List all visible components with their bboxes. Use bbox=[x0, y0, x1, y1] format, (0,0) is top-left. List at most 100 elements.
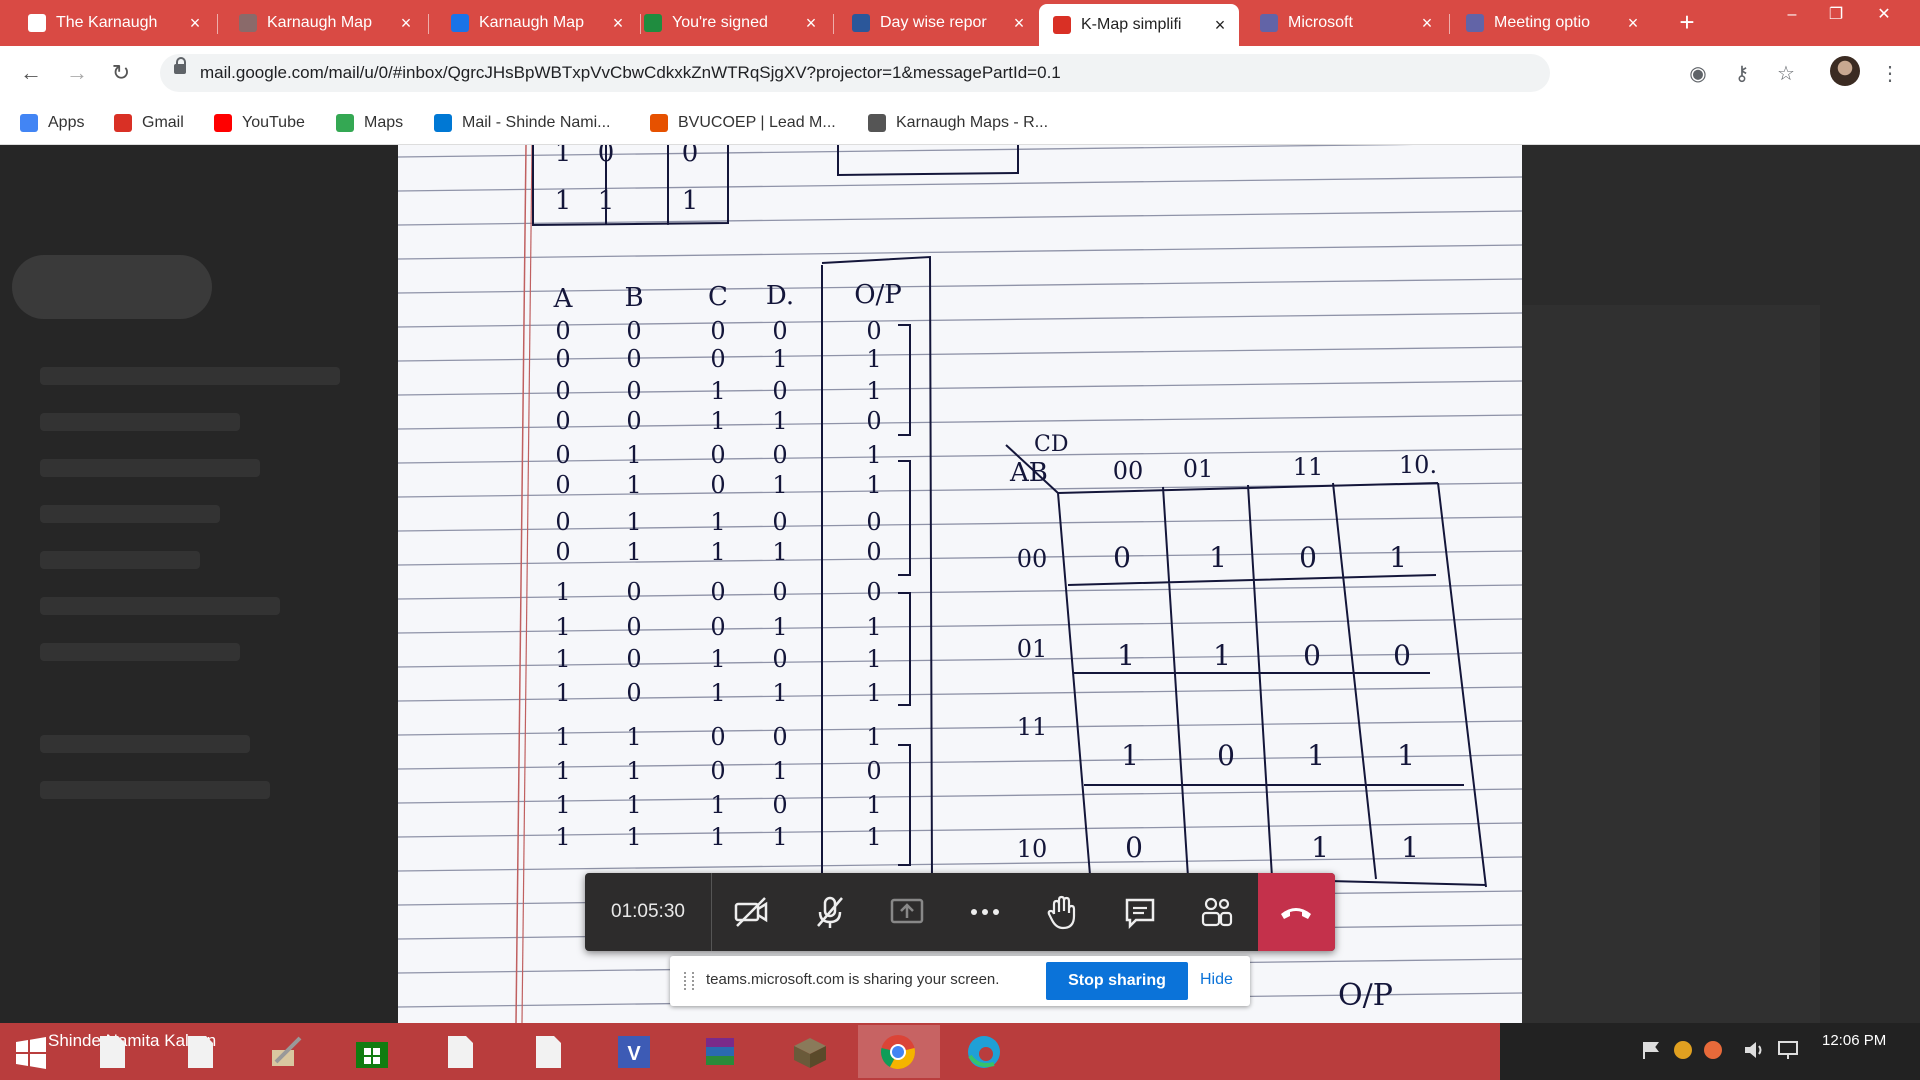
more-icon[interactable] bbox=[965, 892, 1005, 932]
bookmark-label: Maps bbox=[364, 114, 404, 131]
handwritten-digit: 1 bbox=[866, 791, 881, 819]
menu-dots-icon[interactable]: ⋮ bbox=[1878, 62, 1902, 86]
close-tab-icon[interactable]: × bbox=[607, 13, 629, 34]
windows-start-icon[interactable] bbox=[14, 1036, 48, 1070]
archive-icon[interactable] bbox=[790, 1032, 830, 1072]
participants-icon[interactable] bbox=[1197, 892, 1237, 932]
bookmark-item[interactable]: BVUCOEP | Lead M... bbox=[650, 112, 836, 134]
handwritten-digit: 1 bbox=[710, 538, 725, 566]
key-icon[interactable]: ⚷ bbox=[1730, 62, 1754, 86]
handwritten-digit: 1 bbox=[626, 508, 641, 536]
url-text[interactable]: mail.google.com/mail/u/0/#inbox/QgrcJHsB… bbox=[200, 63, 1061, 83]
flag-icon[interactable] bbox=[1640, 1039, 1662, 1061]
file-icon[interactable] bbox=[528, 1032, 568, 1072]
winrar-icon[interactable] bbox=[700, 1032, 740, 1072]
handwritten-digit: 0 bbox=[710, 345, 725, 373]
chat-icon[interactable] bbox=[1120, 892, 1160, 932]
drag-handle-icon[interactable] bbox=[684, 972, 694, 990]
bookmark-item[interactable]: YouTube bbox=[214, 112, 305, 134]
browser-tab[interactable]: The Karnaugh × bbox=[14, 6, 214, 40]
kmap-column-label: 01 bbox=[1183, 455, 1214, 483]
browser-tab[interactable]: You're signed × bbox=[630, 6, 830, 40]
close-tab-icon[interactable]: × bbox=[184, 13, 206, 34]
handwritten-digit: 0 bbox=[626, 613, 641, 641]
hang-up-button[interactable] bbox=[1258, 873, 1335, 951]
kmap-cell: 0 bbox=[1393, 639, 1411, 672]
youtube-icon bbox=[214, 114, 232, 132]
handwritten-digit: 0 bbox=[710, 723, 725, 751]
handwritten-digit: 0 bbox=[555, 317, 570, 345]
handwritten-digit: 0 bbox=[772, 723, 787, 751]
paint-tool-icon[interactable] bbox=[266, 1032, 306, 1072]
star-icon[interactable]: ☆ bbox=[1774, 62, 1798, 86]
truth-table-header: B bbox=[624, 283, 643, 313]
file-icon[interactable] bbox=[180, 1032, 220, 1072]
browser-tab[interactable]: Karnaugh Map × bbox=[225, 6, 425, 40]
handwritten-digit: 1 bbox=[682, 186, 699, 216]
browser-tab[interactable]: Microsoft × bbox=[1246, 6, 1446, 40]
tray-app-icon[interactable] bbox=[1702, 1039, 1724, 1061]
browser-tab[interactable]: Day wise repor × bbox=[838, 6, 1038, 40]
handwritten-digit: 1 bbox=[555, 679, 570, 707]
file-icon[interactable] bbox=[440, 1032, 480, 1072]
doc-icon bbox=[28, 14, 46, 32]
browser-toolbar: ← → ↻ mail.google.com/mail/u/0/#inbox/Qg… bbox=[0, 46, 1920, 100]
handwritten-digit: 1 bbox=[555, 186, 572, 216]
bookmark-item[interactable]: Mail - Shinde Nami... bbox=[434, 112, 611, 134]
handwritten-digit: 0 bbox=[866, 508, 881, 536]
kmap-cell: 1 bbox=[1209, 541, 1227, 574]
stop-sharing-button[interactable]: Stop sharing bbox=[1046, 962, 1188, 1000]
tray-app-icon[interactable] bbox=[1672, 1039, 1694, 1061]
camera-off-icon[interactable] bbox=[731, 892, 771, 932]
store-icon[interactable] bbox=[352, 1032, 392, 1072]
visual-studio-icon[interactable]: V bbox=[614, 1032, 654, 1072]
file-icon[interactable] bbox=[92, 1032, 132, 1072]
gmail-nav-item bbox=[40, 597, 280, 615]
browser-tab[interactable]: Karnaugh Map × bbox=[437, 6, 637, 40]
handwritten-digit: 1 bbox=[555, 578, 570, 606]
close-tab-icon[interactable]: × bbox=[1622, 13, 1644, 34]
bookmark-item[interactable]: Karnaugh Maps - R... bbox=[868, 112, 1048, 134]
bookmark-item[interactable]: Apps bbox=[20, 112, 84, 134]
close-tab-icon[interactable]: × bbox=[1008, 13, 1030, 34]
profile-avatar[interactable] bbox=[1830, 56, 1860, 86]
eye-icon[interactable]: ◉ bbox=[1686, 62, 1710, 86]
kmap-cell: 0 bbox=[1303, 639, 1321, 672]
share-screen-icon[interactable] bbox=[887, 892, 927, 932]
volume-icon[interactable] bbox=[1742, 1039, 1766, 1061]
bookmark-item[interactable]: Gmail bbox=[114, 112, 184, 134]
handwritten-digit: 0 bbox=[626, 645, 641, 673]
close-tab-icon[interactable]: × bbox=[1209, 15, 1231, 36]
new-tab-button[interactable]: + bbox=[1672, 8, 1702, 38]
kmap-column-label: 00 bbox=[1113, 457, 1144, 485]
address-bar[interactable]: mail.google.com/mail/u/0/#inbox/QgrcJHsB… bbox=[160, 54, 1550, 92]
raise-hand-icon[interactable] bbox=[1042, 892, 1082, 932]
chrome-icon[interactable] bbox=[878, 1032, 918, 1072]
close-tab-icon[interactable]: × bbox=[395, 13, 417, 34]
browser-tab[interactable]: K-Map simplifi × bbox=[1039, 4, 1239, 46]
minimize-button[interactable]: – bbox=[1770, 0, 1814, 30]
mic-off-icon[interactable] bbox=[810, 892, 850, 932]
close-window-button[interactable]: ✕ bbox=[1862, 0, 1906, 30]
browser-tab[interactable]: Meeting optio × bbox=[1452, 6, 1652, 40]
tab-title: Karnaugh Map bbox=[479, 14, 584, 31]
handwritten-digit: 0 bbox=[710, 471, 725, 499]
edge-icon[interactable] bbox=[964, 1032, 1004, 1072]
close-tab-icon[interactable]: × bbox=[800, 13, 822, 34]
restore-button[interactable]: ❐ bbox=[1814, 0, 1858, 30]
handwritten-digit: 0 bbox=[866, 407, 881, 435]
reload-icon[interactable]: ↻ bbox=[108, 60, 134, 86]
forward-icon[interactable]: → bbox=[64, 60, 90, 86]
hide-button[interactable]: Hide bbox=[1200, 971, 1233, 989]
back-icon[interactable]: ← bbox=[18, 60, 44, 86]
network-icon[interactable] bbox=[1776, 1039, 1800, 1061]
bookmark-item[interactable]: Maps bbox=[336, 112, 403, 134]
close-tab-icon[interactable]: × bbox=[1416, 13, 1438, 34]
handwritten-digit: 0 bbox=[710, 613, 725, 641]
handwritten-digit: 0 bbox=[555, 508, 570, 536]
handwritten-digit: 1 bbox=[772, 757, 787, 785]
handwritten-digit: 0 bbox=[598, 145, 615, 168]
kmap-cell: 0 bbox=[1217, 739, 1235, 772]
group-bracket bbox=[898, 324, 911, 436]
handwritten-digit: 1 bbox=[598, 186, 615, 216]
